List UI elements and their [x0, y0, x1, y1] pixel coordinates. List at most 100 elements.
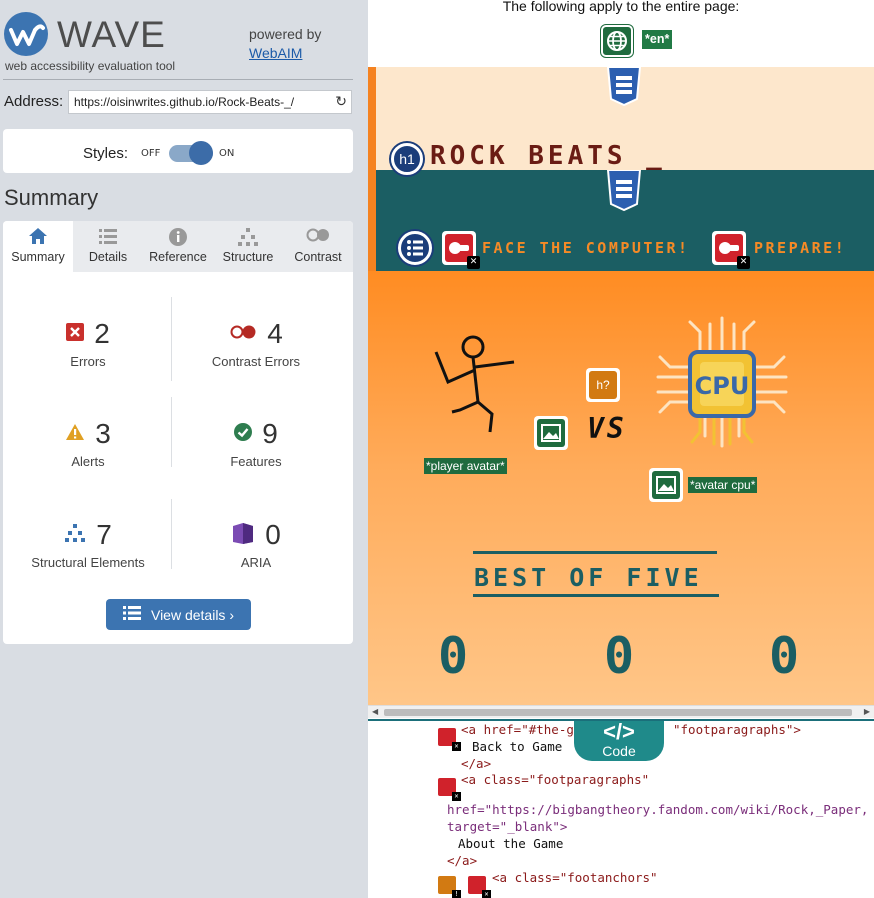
- tab-label: Contrast: [294, 250, 342, 264]
- code-line: </a>: [447, 853, 478, 868]
- horizontal-scrollbar[interactable]: ◀ ▶: [368, 705, 874, 718]
- code-line: About the Game: [458, 836, 564, 851]
- tab-details[interactable]: Details: [73, 221, 143, 272]
- code-panel: ✕ <a href="#the-g "footparagraphs"> Back…: [368, 721, 874, 898]
- code-icon: </>: [603, 721, 635, 744]
- nav-link-prepare[interactable]: PREPARE!: [754, 239, 846, 257]
- stat-features[interactable]: 9 Features: [171, 418, 341, 469]
- code-line: "footparagraphs">: [673, 722, 801, 737]
- code-line: target="_blank">: [447, 819, 568, 834]
- stat-count: 9: [262, 418, 278, 449]
- summary-heading: Summary: [4, 185, 99, 210]
- address-box: ↻: [68, 90, 352, 114]
- home-icon: [3, 221, 73, 247]
- code-tab-label: Code: [602, 743, 636, 759]
- wave-logo-text: WAVE: [57, 14, 166, 55]
- nav-landmark-icon[interactable]: [606, 169, 642, 212]
- tab-contrast[interactable]: Contrast: [283, 221, 353, 272]
- contrast-icon: [283, 221, 353, 247]
- suspicious-heading-alert-icon[interactable]: h?: [586, 368, 620, 402]
- link-error-icon[interactable]: ✕: [436, 776, 461, 801]
- best-of-top-rule: [473, 551, 717, 554]
- alert-badge-label: h?: [589, 371, 617, 399]
- list-icon: [122, 606, 141, 623]
- page-preview: The following apply to the entire page: …: [368, 0, 874, 898]
- header-landmark-icon[interactable]: [606, 67, 642, 107]
- cpu-alt-text: *avatar cpu*: [688, 477, 758, 493]
- powered-by-label: powered by: [249, 26, 322, 42]
- broken-link-error-icon[interactable]: ✕: [466, 874, 491, 898]
- code-toggle-button[interactable]: </> Code: [574, 721, 664, 761]
- best-of-bottom-rule: [473, 594, 719, 597]
- tab-bar: Summary Details Reference Structure Cont…: [3, 221, 353, 272]
- wave-logo-icon: [4, 12, 48, 56]
- scroll-right-icon[interactable]: ▶: [864, 707, 870, 716]
- feature-check-icon: [234, 423, 253, 445]
- powered-by: powered by WebAIM: [249, 25, 321, 63]
- cpu-label: CPU: [695, 372, 750, 400]
- divider: [3, 79, 353, 80]
- score-cpu: 0: [769, 627, 800, 685]
- error-icon: [66, 323, 85, 345]
- webaim-link[interactable]: WebAIM: [249, 45, 302, 61]
- list-icon[interactable]: [398, 231, 432, 265]
- structure-icon: [213, 221, 283, 247]
- stat-errors[interactable]: 2 Errors: [3, 318, 173, 369]
- styles-off-label: OFF: [141, 148, 161, 159]
- code-line: <a href="#the-g: [461, 722, 574, 737]
- stat-count: 2: [94, 318, 110, 349]
- wave-tagline: web accessibility evaluation tool: [5, 59, 176, 73]
- nav-link-face-computer[interactable]: FACE THE COMPUTER!: [482, 239, 690, 257]
- stat-count: 7: [96, 519, 112, 550]
- page-title: ROCK BEATS _: [430, 141, 666, 171]
- summary-panel: Summary Details Reference Structure Cont…: [3, 221, 353, 644]
- image-alt-icon[interactable]: [534, 416, 568, 450]
- info-icon: [143, 221, 213, 247]
- stat-count: 4: [267, 318, 283, 349]
- player-alt-text: *player avatar*: [424, 458, 507, 474]
- tab-label: Reference: [149, 250, 207, 264]
- styles-toggle-box: Styles: OFF ON: [3, 129, 353, 173]
- view-details-button[interactable]: View details ›: [106, 599, 251, 630]
- code-line: href="https://bigbangtheory.fandom.com/w…: [447, 802, 869, 817]
- stat-label: ARIA: [240, 555, 272, 570]
- styles-on-label: ON: [219, 148, 235, 159]
- code-line: </a>: [461, 756, 492, 771]
- stat-structural-elements[interactable]: 7 Structural Elements: [3, 519, 173, 570]
- score-player: 0: [438, 627, 469, 685]
- redundant-link-alert-icon[interactable]: !: [436, 874, 461, 898]
- stat-label: Structural Elements: [31, 555, 145, 570]
- language-tag: *en*: [642, 30, 673, 49]
- cpu-avatar-image: CPU: [650, 312, 794, 456]
- page-level-heading: The following apply to the entire page:: [502, 0, 740, 14]
- contrast-error-icon: [229, 324, 257, 344]
- tab-structure[interactable]: Structure: [213, 221, 283, 272]
- broken-link-error-icon[interactable]: ✕: [442, 231, 480, 269]
- styles-toggle-knob[interactable]: [189, 141, 213, 165]
- reload-icon[interactable]: ↻: [335, 94, 347, 110]
- tab-reference[interactable]: Reference: [143, 221, 213, 272]
- tab-label: Structure: [222, 250, 274, 264]
- tab-label: Summary: [11, 250, 65, 264]
- stat-alerts[interactable]: 3 Alerts: [3, 418, 173, 469]
- wave-sidebar: WAVE web accessibility evaluation tool p…: [0, 0, 368, 898]
- globe-icon[interactable]: [601, 25, 633, 57]
- code-line: <a class="footparagraphs": [461, 772, 650, 787]
- stat-label: Alerts: [71, 454, 105, 469]
- scroll-left-icon[interactable]: ◀: [372, 707, 378, 716]
- stat-label: Contrast Errors: [211, 354, 301, 369]
- h1-icon[interactable]: h1: [391, 143, 423, 175]
- stat-aria[interactable]: 0 ARIA: [171, 519, 341, 570]
- address-label: Address:: [4, 93, 64, 110]
- list-icon: [73, 221, 143, 247]
- link-error-icon[interactable]: ✕: [436, 726, 461, 751]
- stat-contrast-errors[interactable]: 4 Contrast Errors: [171, 318, 341, 369]
- scrollbar-thumb[interactable]: [384, 709, 852, 716]
- tab-summary[interactable]: Summary: [3, 221, 73, 272]
- view-details-label: View details ›: [150, 606, 234, 623]
- broken-link-error-icon[interactable]: ✕: [712, 231, 750, 269]
- image-alt-icon[interactable]: [649, 468, 683, 502]
- address-input[interactable]: [69, 91, 327, 113]
- styles-label: Styles:: [83, 145, 129, 162]
- aria-icon: [231, 521, 255, 549]
